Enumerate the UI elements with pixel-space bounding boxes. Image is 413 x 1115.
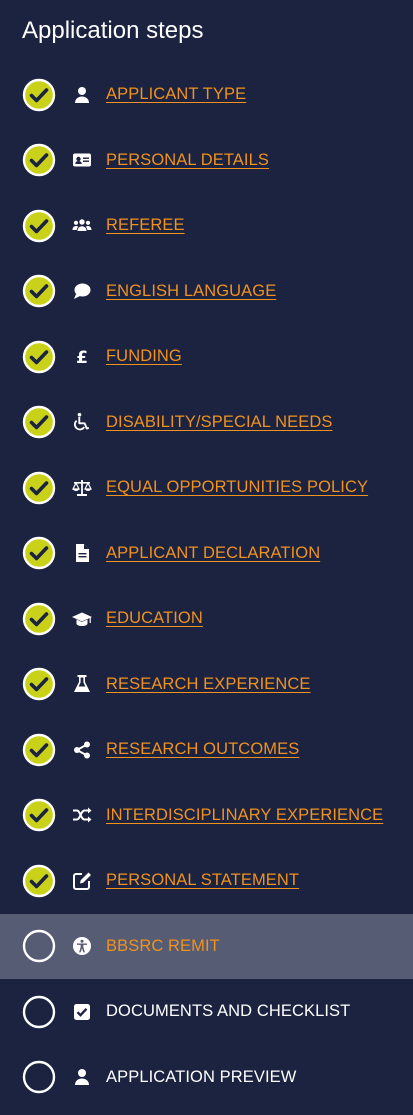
step-item[interactable]: ENGLISH LANGUAGE	[0, 259, 413, 325]
step-item[interactable]: INTERDISCIPLINARY EXPERIENCE	[0, 783, 413, 849]
application-steps-panel: Application steps APPLICANT TYPE PERSONAL…	[0, 0, 413, 1115]
accessibility-icon	[72, 936, 92, 956]
step-link[interactable]: REFEREE	[106, 216, 185, 235]
user-icon	[72, 85, 92, 105]
step-item[interactable]: RESEARCH OUTCOMES	[0, 717, 413, 783]
share-nodes-icon	[72, 740, 92, 760]
shuffle-icon	[72, 805, 92, 825]
incomplete-circle-icon	[22, 1061, 56, 1094]
completed-check-icon	[22, 799, 56, 832]
step-item: DOCUMENTS AND CHECKLIST	[0, 979, 413, 1045]
document-icon	[72, 543, 92, 563]
step-label: DOCUMENTS AND CHECKLIST	[106, 1002, 351, 1021]
speech-bubble-icon	[72, 281, 92, 301]
checkbox-icon	[72, 1002, 92, 1022]
step-link[interactable]: INTERDISCIPLINARY EXPERIENCE	[106, 806, 383, 825]
steps-list: APPLICANT TYPE PERSONAL DETAILS REFEREE ENG…	[0, 62, 413, 1110]
graduation-cap-icon	[72, 609, 92, 629]
step-link[interactable]: DISABILITY/SPECIAL NEEDS	[106, 413, 332, 432]
step-item: BBSRC REMIT	[0, 913, 413, 979]
step-link[interactable]: EDUCATION	[106, 609, 203, 628]
completed-check-icon	[22, 471, 56, 504]
step-item[interactable]: APPLICANT TYPE	[0, 62, 413, 128]
completed-check-icon	[22, 602, 56, 635]
step-item: APPLICATION PREVIEW	[0, 1045, 413, 1111]
step-item[interactable]: EDUCATION	[0, 586, 413, 652]
completed-check-icon	[22, 144, 56, 177]
edit-icon	[72, 871, 92, 891]
completed-check-icon	[22, 340, 56, 373]
panel-title: Application steps	[22, 17, 204, 44]
step-item[interactable]: EQUAL OPPORTUNITIES POLICY	[0, 455, 413, 521]
step-link[interactable]: EQUAL OPPORTUNITIES POLICY	[106, 478, 368, 497]
step-link[interactable]: APPLICANT DECLARATION	[106, 544, 320, 563]
step-link[interactable]: RESEARCH OUTCOMES	[106, 740, 299, 759]
step-link[interactable]: FUNDING	[106, 347, 182, 366]
step-link[interactable]: PERSONAL DETAILS	[106, 151, 269, 170]
completed-check-icon	[22, 864, 56, 897]
incomplete-circle-icon	[22, 930, 56, 963]
step-item[interactable]: DISABILITY/SPECIAL NEEDS	[0, 390, 413, 456]
users-icon	[72, 216, 92, 236]
pound-sign-icon: £	[72, 347, 92, 367]
step-item[interactable]: £ FUNDING	[0, 324, 413, 390]
completed-check-icon	[22, 537, 56, 570]
step-link[interactable]: RESEARCH EXPERIENCE	[106, 675, 311, 694]
step-item[interactable]: PERSONAL DETAILS	[0, 128, 413, 194]
step-item[interactable]: APPLICANT DECLARATION	[0, 521, 413, 587]
step-item[interactable]: REFEREE	[0, 193, 413, 259]
step-label: APPLICATION PREVIEW	[106, 1067, 297, 1086]
completed-check-icon	[22, 406, 56, 439]
step-label: BBSRC REMIT	[106, 936, 220, 955]
step-item[interactable]: PERSONAL STATEMENT	[0, 848, 413, 914]
completed-check-icon	[22, 78, 56, 111]
completed-check-icon	[22, 275, 56, 308]
step-link[interactable]: ENGLISH LANGUAGE	[106, 282, 276, 301]
svg-text:£: £	[76, 348, 88, 367]
completed-check-icon	[22, 209, 56, 242]
completed-check-icon	[22, 733, 56, 766]
step-link[interactable]: APPLICANT TYPE	[106, 85, 246, 104]
step-item[interactable]: RESEARCH EXPERIENCE	[0, 652, 413, 718]
balance-scale-icon	[72, 478, 92, 498]
step-link[interactable]: PERSONAL STATEMENT	[106, 871, 299, 890]
user-icon	[72, 1067, 92, 1087]
completed-check-icon	[22, 668, 56, 701]
id-card-icon	[72, 150, 92, 170]
incomplete-circle-icon	[22, 995, 56, 1028]
flask-icon	[72, 674, 92, 694]
wheelchair-icon	[72, 412, 92, 432]
